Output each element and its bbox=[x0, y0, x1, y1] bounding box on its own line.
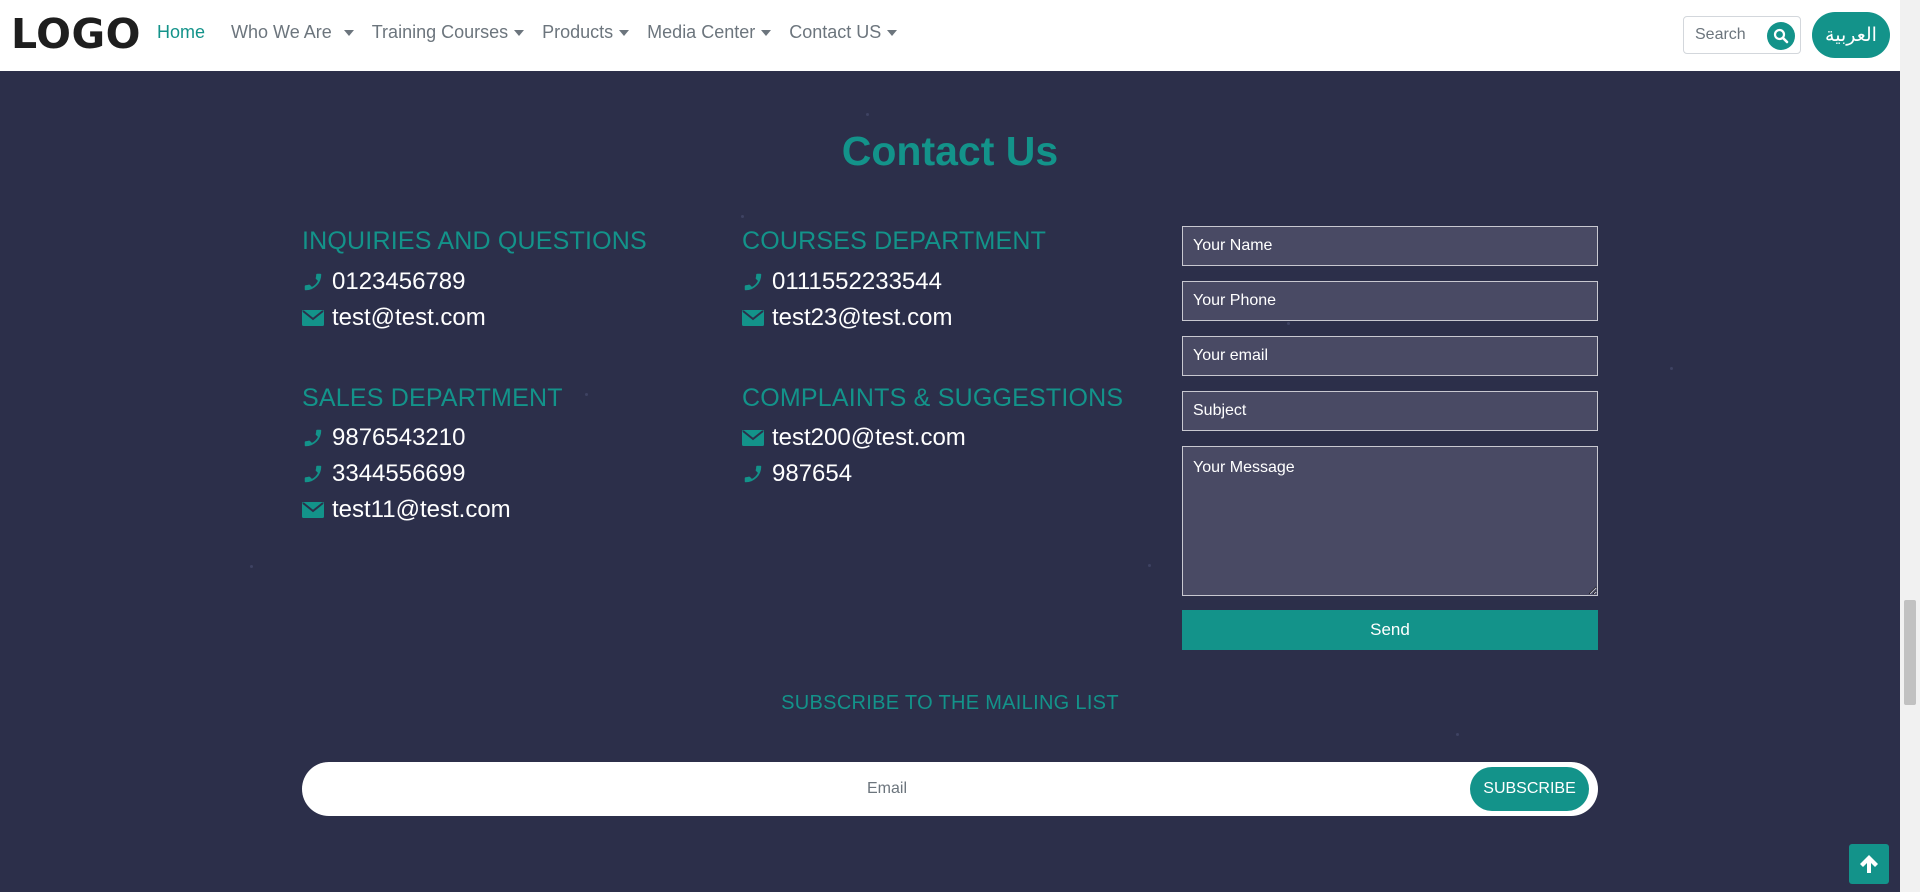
nav-item-home[interactable]: Home bbox=[157, 22, 213, 43]
phone-field[interactable] bbox=[1182, 281, 1598, 321]
email-address: test@test.com bbox=[332, 304, 486, 331]
name-field[interactable] bbox=[1182, 226, 1598, 266]
nav-label: Media Center bbox=[647, 22, 756, 42]
contact-title: Contact Us bbox=[841, 128, 1059, 174]
caret-down-icon bbox=[343, 29, 354, 36]
background-dot bbox=[1287, 322, 1290, 325]
envelope-icon bbox=[302, 307, 324, 329]
contact-line[interactable]: 3344556699 bbox=[302, 460, 465, 488]
phone-number: 987654 bbox=[772, 460, 853, 487]
subscribe-button[interactable]: SUBSCRIBE bbox=[1470, 767, 1589, 811]
phone-number: 0111552233544 bbox=[772, 268, 942, 295]
envelope-icon bbox=[742, 427, 764, 449]
phone-icon bbox=[302, 427, 324, 449]
phone-number: 0123456789 bbox=[332, 268, 466, 295]
nav-item-contact-us[interactable]: Contact US bbox=[789, 22, 905, 43]
contact-line[interactable]: 987654 bbox=[742, 460, 852, 488]
section-heading-sales: SALES DEPARTMENT bbox=[302, 384, 563, 412]
search-input[interactable] bbox=[1695, 26, 1767, 44]
background-dot bbox=[1670, 367, 1673, 370]
email-address: test11@test.com bbox=[332, 496, 511, 523]
arrow-up-icon bbox=[1860, 855, 1878, 873]
scrollbar-thumb[interactable] bbox=[1904, 600, 1916, 705]
background-dot bbox=[250, 565, 253, 568]
background-dot bbox=[585, 393, 588, 396]
site-logo[interactable]: LOGO bbox=[11, 10, 141, 58]
background-dot bbox=[1148, 564, 1151, 567]
phone-icon bbox=[742, 271, 764, 293]
scroll-to-top-button[interactable] bbox=[1849, 844, 1889, 884]
background-dot bbox=[1456, 733, 1459, 736]
nav-label: Contact US bbox=[789, 22, 882, 42]
subscribe-bar: SUBSCRIBE bbox=[302, 762, 1598, 816]
search-icon bbox=[1773, 28, 1789, 44]
contact-line[interactable]: test200@test.com bbox=[742, 424, 966, 452]
subscribe-title: SUBSCRIBE TO THE MAILING LIST bbox=[781, 692, 1119, 714]
subscribe-email-input[interactable] bbox=[332, 762, 1442, 816]
section-heading-complaints: COMPLAINTS & SUGGESTIONS bbox=[742, 384, 1124, 412]
phone-number: 9876543210 bbox=[332, 424, 466, 451]
contact-line[interactable]: test@test.com bbox=[302, 304, 486, 332]
search-box bbox=[1683, 16, 1801, 54]
email-address: test200@test.com bbox=[772, 424, 966, 451]
nav-label: Home bbox=[157, 22, 206, 42]
phone-icon bbox=[302, 463, 324, 485]
nav-item-media-center[interactable]: Media Center bbox=[647, 22, 779, 43]
page-scrollbar[interactable] bbox=[1900, 0, 1920, 892]
main-nav: Home Who We Are Training Courses Product… bbox=[157, 22, 915, 43]
background-dot bbox=[741, 215, 744, 218]
search-button[interactable] bbox=[1767, 22, 1795, 50]
caret-down-icon bbox=[887, 29, 898, 36]
nav-item-training-courses[interactable]: Training Courses bbox=[372, 22, 532, 43]
email-field[interactable] bbox=[1182, 336, 1598, 376]
background-dot bbox=[866, 113, 869, 116]
email-address: test23@test.com bbox=[772, 304, 953, 331]
contact-line[interactable]: 0123456789 bbox=[302, 268, 465, 296]
phone-number: 3344556699 bbox=[332, 460, 466, 487]
top-navbar: LOGO Home Who We Are Training Courses Pr… bbox=[0, 0, 1900, 71]
caret-down-icon bbox=[761, 29, 772, 36]
nav-label: Who We Are bbox=[231, 22, 332, 42]
contact-line[interactable]: 9876543210 bbox=[302, 424, 465, 452]
caret-down-icon bbox=[514, 29, 525, 36]
nav-item-products[interactable]: Products bbox=[542, 22, 637, 43]
nav-label: Training Courses bbox=[371, 22, 509, 42]
nav-label: Products bbox=[542, 22, 614, 42]
section-heading-courses: COURSES DEPARTMENT bbox=[742, 227, 1047, 255]
message-field[interactable] bbox=[1182, 446, 1598, 596]
phone-icon bbox=[742, 463, 764, 485]
nav-item-who-we-are[interactable]: Who We Are bbox=[231, 22, 362, 43]
envelope-icon bbox=[302, 499, 324, 521]
envelope-icon bbox=[742, 307, 764, 329]
contact-line[interactable]: test23@test.com bbox=[742, 304, 952, 332]
language-button[interactable]: العربية bbox=[1812, 12, 1890, 58]
send-button[interactable]: Send bbox=[1182, 610, 1598, 650]
caret-down-icon bbox=[619, 29, 630, 36]
subject-field[interactable] bbox=[1182, 391, 1598, 431]
section-heading-inquiries: INQUIRIES AND QUESTIONS bbox=[302, 227, 647, 255]
contact-line[interactable]: 0111552233544 bbox=[742, 268, 942, 296]
contact-line[interactable]: test11@test.com bbox=[302, 496, 511, 524]
phone-icon bbox=[302, 271, 324, 293]
